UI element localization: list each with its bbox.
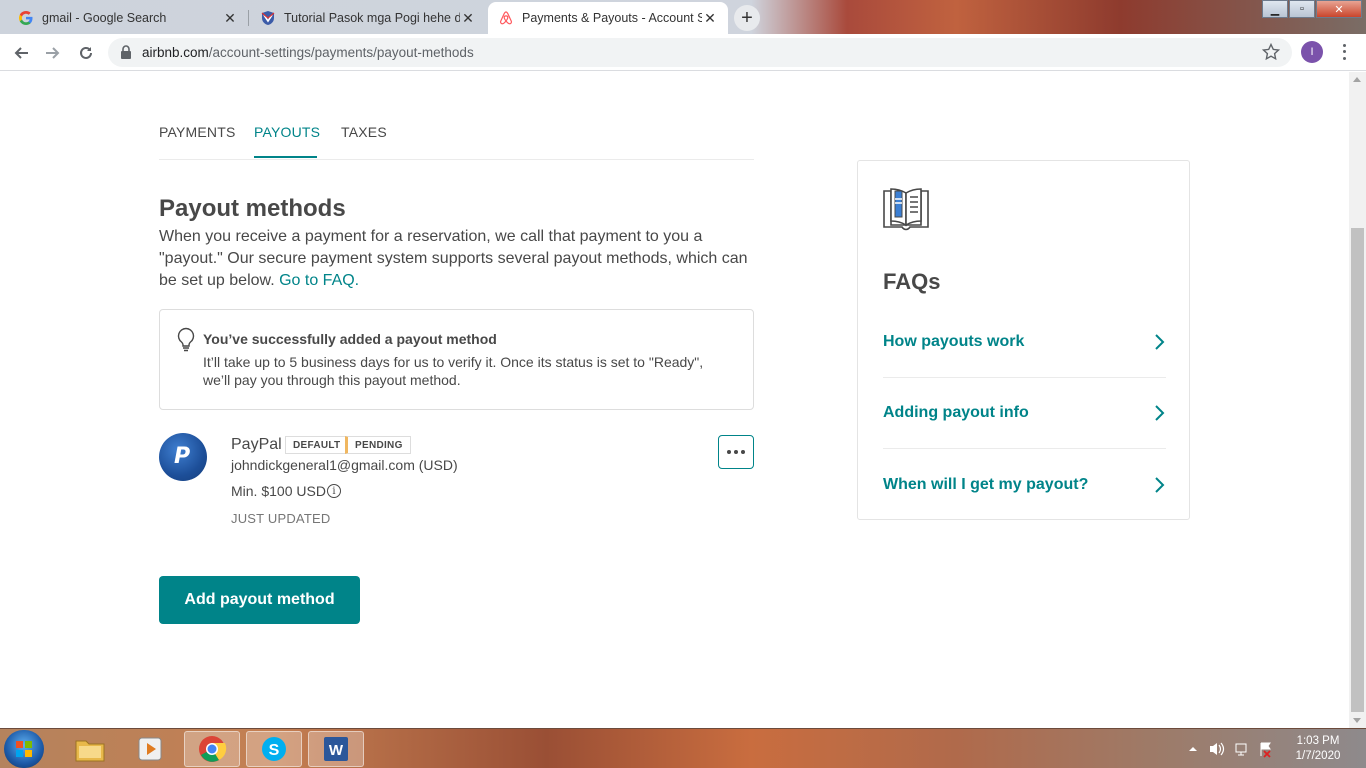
payout-email: johndickgeneral1@gmail.com (USD) xyxy=(231,457,458,473)
svg-text:W: W xyxy=(329,742,344,759)
payout-method-row: P PayPal DEFAULT PENDING johndickgeneral… xyxy=(159,433,754,533)
tab-payouts[interactable]: PAYOUTS xyxy=(254,124,320,140)
arrow-right-icon xyxy=(46,47,60,59)
success-notice: You’ve successfully added a payout metho… xyxy=(159,309,754,410)
intro-text: When you receive a payment for a reserva… xyxy=(159,226,759,292)
back-button[interactable] xyxy=(8,40,34,66)
more-options-button[interactable] xyxy=(718,435,754,469)
chrome-taskbar-icon[interactable] xyxy=(184,731,240,767)
pending-badge: PENDING xyxy=(345,436,411,454)
payout-minimum: Min. $100 USD xyxy=(231,483,326,499)
add-payout-method-button[interactable]: Add payout method xyxy=(159,576,360,624)
notice-title: You’ve successfully added a payout metho… xyxy=(203,331,497,347)
clock-date: 1/7/2020 xyxy=(1295,750,1341,762)
payout-method-name: PayPal xyxy=(231,436,282,453)
payout-status: JUST UPDATED xyxy=(231,511,331,526)
tab-google-search[interactable]: gmail - Google Search ✕ xyxy=(8,2,248,34)
intro-body: When you receive a payment for a reserva… xyxy=(159,228,748,289)
browser-toolbar: airbnb.com/account-settings/payments/pay… xyxy=(0,34,1366,71)
word-taskbar-icon[interactable]: W xyxy=(308,731,364,767)
page-title: Payout methods xyxy=(159,195,346,222)
scroll-up-icon[interactable] xyxy=(1353,77,1361,82)
reload-icon xyxy=(80,46,92,59)
google-g-icon xyxy=(18,10,34,26)
lightbulb-icon xyxy=(176,327,196,358)
plus-icon: + xyxy=(741,6,753,29)
scroll-down-icon[interactable] xyxy=(1353,718,1361,723)
info-icon[interactable]: i xyxy=(327,484,341,498)
airbnb-icon xyxy=(498,10,514,26)
tab-title: Payments & Payouts - Account S xyxy=(522,11,702,25)
clock-time: 1:03 PM xyxy=(1296,735,1340,747)
close-tab-icon[interactable]: ✕ xyxy=(222,10,238,26)
faq-item-label: How payouts work xyxy=(883,333,1025,350)
tab-title: Tutorial Pasok mga Pogi hehe dit xyxy=(284,11,460,25)
browser-tabstrip: gmail - Google Search ✕ Tutorial Pasok m… xyxy=(0,0,1366,34)
profile-avatar[interactable]: I xyxy=(1301,41,1323,63)
maximize-button[interactable]: ▫ xyxy=(1289,0,1315,18)
skype-taskbar-icon[interactable]: S xyxy=(246,731,302,767)
minimize-button[interactable]: ▁ xyxy=(1262,0,1288,18)
tab-payments[interactable]: PAYMENTS xyxy=(159,124,236,140)
shield-icon xyxy=(260,10,276,26)
chevron-right-icon xyxy=(1155,405,1165,421)
tab-payments-payouts[interactable]: Payments & Payouts - Account S ✕ xyxy=(488,2,728,34)
taskbar-clock[interactable]: 1:03 PM 1/7/2020 xyxy=(1288,734,1348,764)
open-book-icon xyxy=(881,183,931,238)
close-window-button[interactable]: ✕ xyxy=(1316,0,1362,18)
windows-taskbar: S W 1:03 PM 1/7/2020 xyxy=(0,728,1366,768)
faq-card: FAQs How payouts work Adding payout info… xyxy=(857,160,1190,520)
scrollbar-thumb[interactable] xyxy=(1351,228,1364,712)
page-scrollbar[interactable] xyxy=(1349,72,1366,728)
faq-item-how-payouts-work[interactable]: How payouts work xyxy=(883,307,1166,378)
tab-tutorial[interactable]: Tutorial Pasok mga Pogi hehe dit ✕ xyxy=(250,2,486,34)
tray-icons xyxy=(1189,742,1271,758)
faq-item-adding-payout-info[interactable]: Adding payout info xyxy=(883,378,1166,449)
new-tab-button[interactable]: + xyxy=(734,5,760,31)
address-bar[interactable]: airbnb.com/account-settings/payments/pay… xyxy=(108,38,1292,67)
forward-button[interactable] xyxy=(40,40,66,66)
url-text: airbnb.com/account-settings/payments/pay… xyxy=(142,45,474,60)
file-explorer-taskbar-icon[interactable] xyxy=(62,731,118,767)
url-path: /account-settings/payments/payout-method… xyxy=(208,45,474,60)
account-subnav: PAYMENTS PAYOUTS TAXES xyxy=(159,72,754,160)
svg-text:S: S xyxy=(269,742,280,759)
go-to-faq-link[interactable]: Go to FAQ. xyxy=(279,272,359,289)
notice-body: It’ll take up to 5 business days for us … xyxy=(203,354,704,388)
tab-separator xyxy=(248,10,249,26)
faq-heading: FAQs xyxy=(883,269,941,294)
browser-menu-icon[interactable] xyxy=(1336,42,1352,62)
bookmark-star-icon[interactable] xyxy=(1261,42,1281,66)
faq-item-when-payout[interactable]: When will I get my payout? xyxy=(883,449,1166,520)
lock-icon xyxy=(120,45,132,64)
tab-title: gmail - Google Search xyxy=(42,11,167,25)
url-domain: airbnb.com xyxy=(142,45,209,60)
chevron-right-icon xyxy=(1155,334,1165,350)
reload-button[interactable] xyxy=(73,40,99,66)
close-tab-icon[interactable]: ✕ xyxy=(702,10,718,26)
arrow-left-icon xyxy=(14,47,28,59)
faq-item-label: When will I get my payout? xyxy=(883,475,1089,493)
tab-taxes[interactable]: TAXES xyxy=(341,124,387,140)
close-tab-icon[interactable]: ✕ xyxy=(460,10,476,26)
paypal-logo-icon: P xyxy=(159,433,207,481)
windows-logo-icon xyxy=(16,741,32,757)
faq-item-label: Adding payout info xyxy=(883,404,1029,421)
default-badge: DEFAULT xyxy=(285,436,349,454)
active-tab-underline xyxy=(254,156,317,158)
media-player-taskbar-icon[interactable] xyxy=(122,731,178,767)
chevron-right-icon xyxy=(1155,476,1165,493)
start-button[interactable] xyxy=(4,730,44,768)
